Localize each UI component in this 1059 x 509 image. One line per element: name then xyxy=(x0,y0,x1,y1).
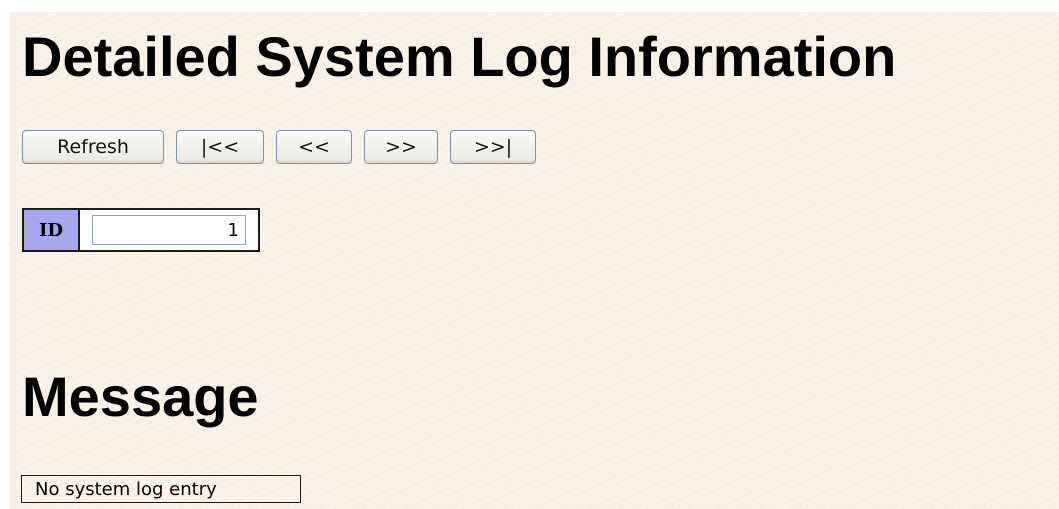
next-page-button[interactable]: >> xyxy=(364,130,438,164)
refresh-button[interactable]: Refresh xyxy=(22,130,164,164)
id-field-row: ID xyxy=(22,208,260,252)
previous-page-button[interactable]: << xyxy=(276,130,352,164)
navigation-toolbar: Refresh |<< << >> >>| xyxy=(22,130,536,164)
last-page-button[interactable]: >>| xyxy=(450,130,536,164)
message-text: No system log entry xyxy=(21,475,301,503)
page-title: Detailed System Log Information xyxy=(22,25,897,88)
id-label: ID xyxy=(24,210,80,250)
page-content: Detailed System Log Information Refresh … xyxy=(10,12,1059,509)
message-heading: Message xyxy=(22,365,259,428)
first-page-button[interactable]: |<< xyxy=(176,130,264,164)
id-input-cell xyxy=(80,210,258,250)
id-input[interactable] xyxy=(92,215,246,245)
